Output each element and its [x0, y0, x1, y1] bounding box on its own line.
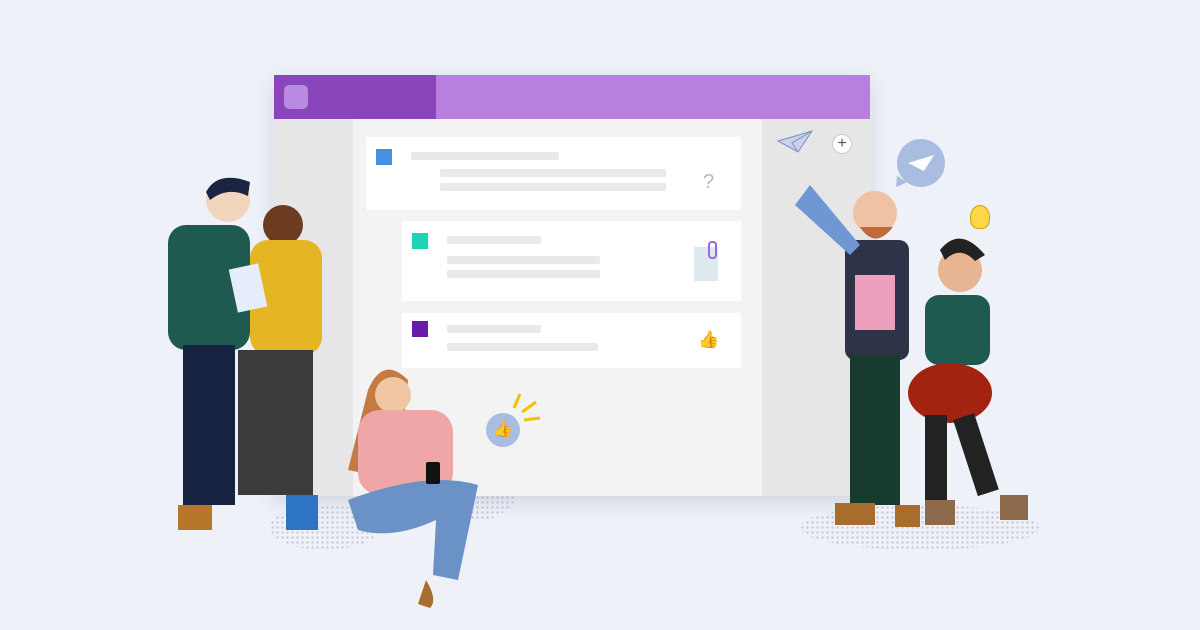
list-item-card-2[interactable] — [402, 221, 741, 301]
people-group-right-illustration — [795, 185, 1028, 527]
add-button[interactable]: + — [832, 134, 852, 154]
card-1-text-line-1 — [440, 169, 666, 177]
card-3-title-line — [447, 325, 541, 333]
card-3-text-line-1 — [447, 343, 598, 351]
question-mark-icon: ? — [703, 171, 715, 193]
card-2-title-line — [447, 236, 541, 244]
card-3-color-tag — [412, 321, 428, 337]
thumbs-up-icon: 👍 — [698, 330, 720, 349]
card-1-text-line-2 — [440, 183, 666, 191]
card-1-title-line — [411, 152, 559, 160]
sticky-note-icon — [694, 241, 718, 281]
card-2-text-line-1 — [447, 256, 600, 264]
list-item-card-1[interactable]: ? — [366, 137, 741, 210]
paperclip-icon — [708, 241, 717, 259]
person-sitting-illustration — [348, 369, 478, 608]
card-2-color-tag — [412, 233, 428, 249]
app-icon[interactable] — [284, 85, 308, 109]
card-2-text-line-2 — [447, 270, 600, 278]
people-group-left-illustration — [168, 177, 322, 530]
card-1-color-tag — [376, 149, 392, 165]
plus-icon: + — [837, 135, 847, 152]
title-bar-right — [436, 75, 870, 119]
paper-plane-icon — [776, 130, 814, 153]
